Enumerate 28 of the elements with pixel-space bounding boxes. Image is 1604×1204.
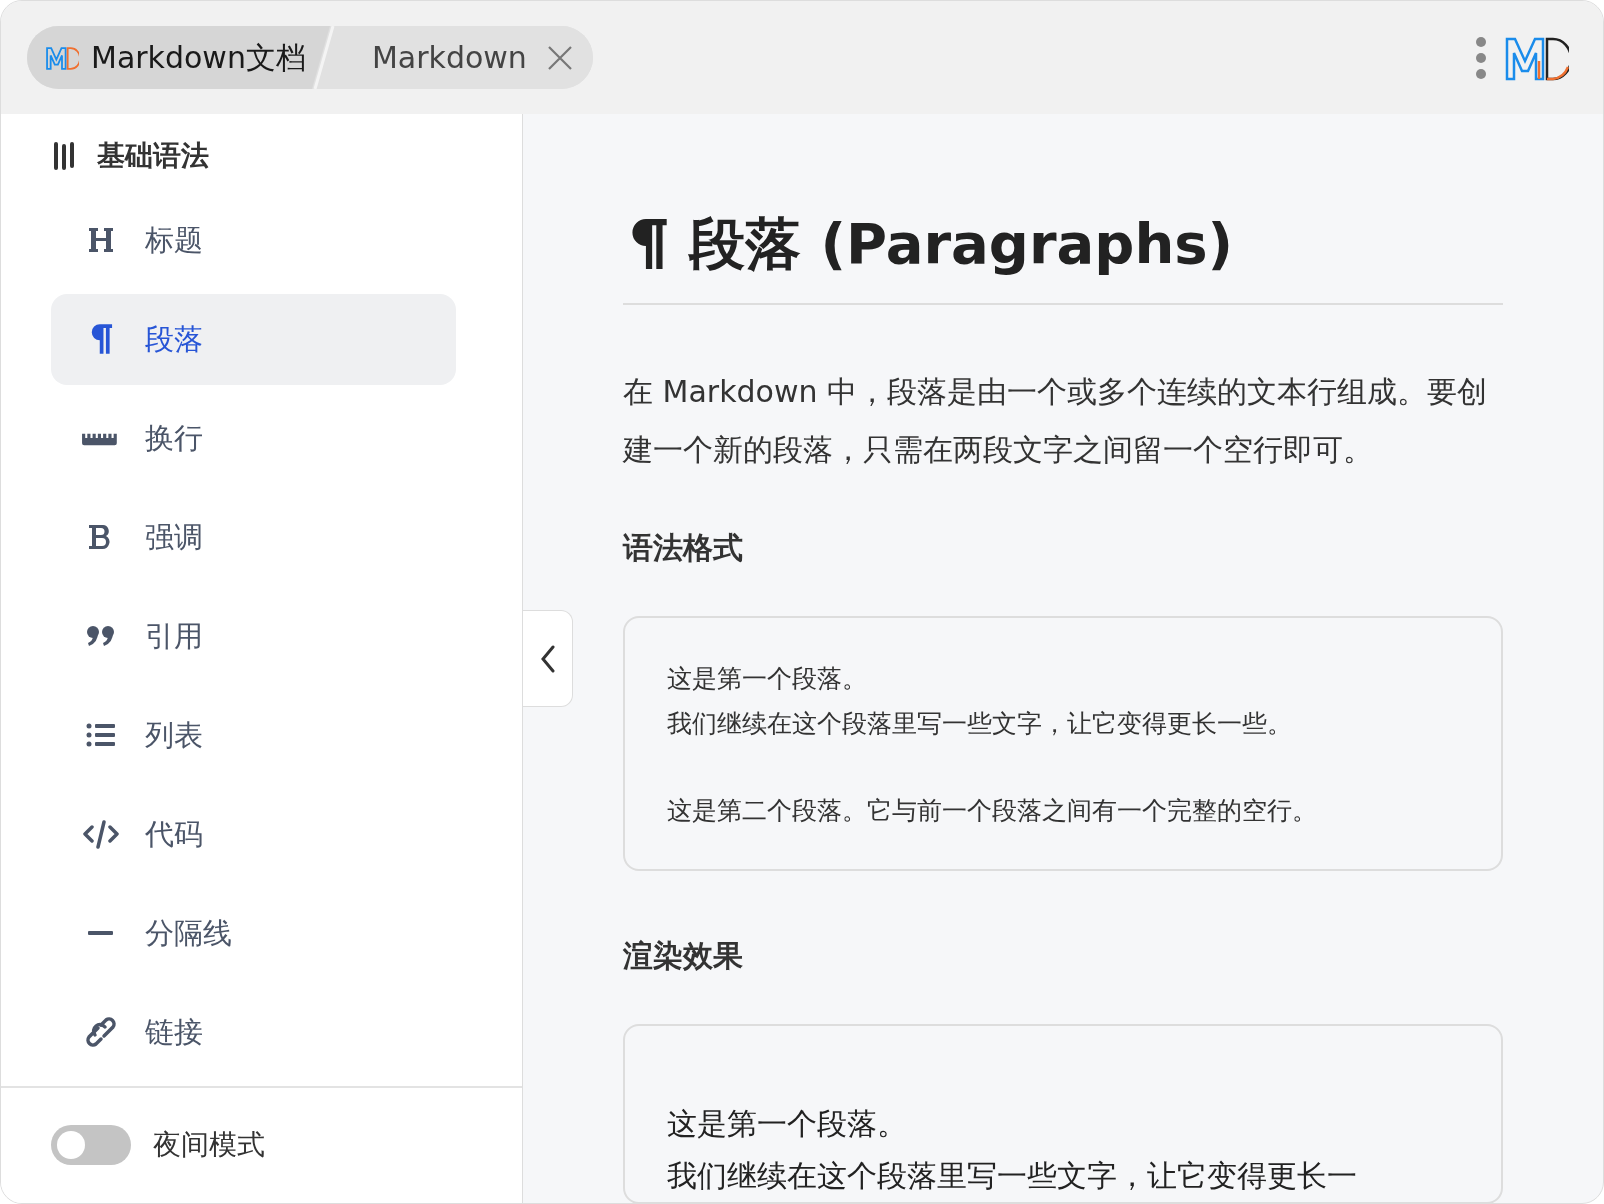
more-menu-button[interactable] — [1475, 35, 1487, 80]
logo-icon — [45, 44, 79, 71]
sidebar-item[interactable]: 分隔线 — [51, 887, 456, 979]
sidebar-item[interactable]: 强调 — [51, 491, 456, 583]
section-heading: 语法格式 — [623, 529, 744, 568]
section-heading: 渲染效果 — [623, 937, 744, 976]
sidebar-item[interactable]: 换行 — [51, 392, 456, 484]
page-title: 段落 (Paragraphs) — [689, 210, 1234, 278]
close-icon[interactable] — [546, 44, 573, 71]
sidebar-item[interactable]: 列表 — [51, 689, 456, 781]
sidebar-heading: 基础语法 — [97, 138, 209, 175]
sidebar-item[interactable]: 标题 — [51, 194, 456, 286]
preview-line: 我们继续在这个段落里写一些文字，让它变得更长一 — [667, 1157, 1358, 1196]
sidebar-item[interactable]: 代码 — [51, 788, 456, 880]
preview-line: 这是第一个段落。 — [667, 1105, 908, 1144]
intro-paragraph: 在 Markdown 中，段落是由一个或多个连续的文本行组成。要创建一个新的段落，只需在两段文字之间留一个空行即可。 — [623, 373, 1488, 470]
code-line: 这是第二个段落。它与前一个段落之间有一个完整的空行。 — [667, 795, 1318, 828]
code-icon — [81, 819, 121, 850]
columns-icon — [53, 141, 75, 172]
sidebar-item[interactable]: 引用 — [51, 590, 456, 682]
code-line: 这是第一个段落。 — [667, 663, 868, 696]
night-mode-toggle[interactable] — [51, 1125, 131, 1166]
collapse-sidebar-button[interactable] — [523, 610, 573, 707]
toggle-label: 夜间模式 — [153, 1127, 265, 1164]
sidebar-item[interactable]: 段落 — [51, 293, 456, 385]
code-line: 我们继续在这个段落里写一些文字，让它变得更长一些。 — [667, 708, 1293, 741]
chevron-left-icon — [539, 644, 556, 673]
sidebar-item[interactable]: 链接 — [51, 986, 456, 1078]
